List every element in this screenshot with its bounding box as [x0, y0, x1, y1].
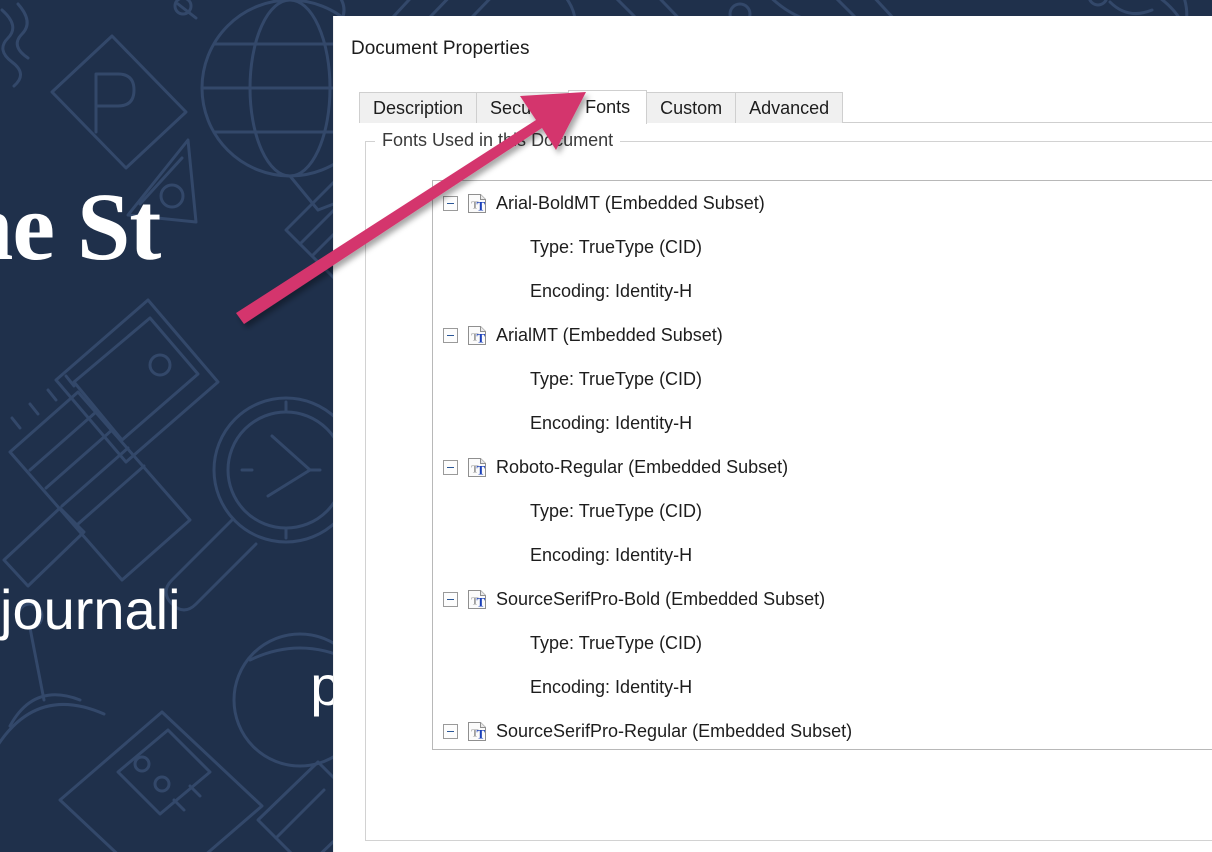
svg-text:T: T	[477, 330, 486, 345]
tab-security[interactable]: Security	[476, 92, 570, 123]
font-tree-item-0[interactable]: T T Arial-BoldMT (Embedded Subset)	[433, 181, 765, 225]
font-name-label: SourceSerifPro-Bold (Embedded Subset)	[496, 588, 826, 609]
font-file-icon: T T	[467, 721, 487, 742]
font-detail-label: Type: TrueType (CID)	[530, 500, 703, 521]
font-detail-type-3: Type: TrueType (CID)	[433, 621, 702, 665]
svg-text:T: T	[477, 462, 486, 477]
font-detail-encoding-1: Encoding: Identity-H	[433, 401, 692, 445]
collapse-minus-icon[interactable]	[443, 195, 458, 211]
font-name-label: Arial-BoldMT (Embedded Subset)	[496, 192, 765, 213]
font-name-label: ArialMT (Embedded Subset)	[496, 324, 723, 345]
tab-fonts[interactable]: Fonts	[568, 90, 648, 124]
font-file-icon: T T	[467, 589, 487, 610]
font-detail-type-1: Type: TrueType (CID)	[433, 357, 702, 401]
groupbox-legend: Fonts Used in this Document	[375, 130, 621, 151]
screenshot-root: he St w journali pr Document Properties …	[0, 0, 1212, 852]
svg-text:T: T	[477, 594, 486, 609]
tab-custom-label: Custom	[660, 97, 723, 118]
font-detail-encoding-2: Encoding: Identity-H	[433, 533, 692, 577]
dialog-tabstrip: Description Security Fonts Custom Advanc…	[359, 90, 844, 124]
font-tree-item-3[interactable]: T T SourceSerifPro-Bold (Embedded Subset…	[433, 577, 825, 621]
font-tree-item-1[interactable]: T T ArialMT (Embedded Subset)	[433, 313, 723, 357]
font-detail-type-2: Type: TrueType (CID)	[433, 489, 702, 533]
tab-custom[interactable]: Custom	[646, 92, 737, 123]
font-detail-label: Encoding: Identity-H	[530, 676, 693, 697]
poster-subtitle: w journali pr	[0, 572, 364, 723]
dialog-titlebar: Document Properties	[334, 16, 1212, 74]
collapse-minus-icon[interactable]	[443, 327, 458, 343]
poster-subtitle-line-1: w journali	[0, 578, 181, 641]
font-detail-label: Encoding: Identity-H	[530, 544, 693, 565]
document-properties-dialog: Document Properties Description Security…	[334, 16, 1212, 852]
font-file-icon: T T	[467, 457, 487, 478]
font-file-icon: T T	[467, 325, 487, 346]
svg-text:T: T	[477, 726, 486, 741]
fonts-listbox[interactable]: T T Arial-BoldMT (Embedded Subset) Type:…	[432, 180, 1212, 750]
tab-description-label: Description	[373, 97, 464, 118]
svg-text:T: T	[477, 198, 486, 213]
font-name-label: Roboto-Regular (Embedded Subset)	[496, 456, 789, 477]
font-detail-type-0: Type: TrueType (CID)	[433, 225, 702, 269]
font-detail-label: Encoding: Identity-H	[530, 280, 693, 301]
font-tree-item-2[interactable]: T T Roboto-Regular (Embedded Subset)	[433, 445, 788, 489]
font-detail-encoding-0: Encoding: Identity-H	[433, 269, 692, 313]
collapse-minus-icon[interactable]	[443, 591, 458, 607]
tab-description[interactable]: Description	[359, 92, 478, 123]
fonts-used-groupbox: T T Arial-BoldMT (Embedded Subset) Type:…	[365, 141, 1212, 841]
font-detail-encoding-3: Encoding: Identity-H	[433, 665, 692, 709]
tab-advanced[interactable]: Advanced	[735, 92, 844, 123]
tab-security-label: Security	[490, 97, 556, 118]
font-detail-label: Type: TrueType (CID)	[530, 368, 703, 389]
poster-headline: he St	[0, 178, 161, 276]
font-name-label: SourceSerifPro-Regular (Embedded Subset)	[496, 720, 853, 741]
dialog-title: Document Properties	[351, 38, 530, 59]
font-file-icon: T T	[467, 193, 487, 214]
collapse-minus-icon[interactable]	[443, 459, 458, 475]
collapse-minus-icon[interactable]	[443, 723, 458, 739]
poster-subtitle-line-2: pr	[0, 648, 364, 724]
font-tree-item-4[interactable]: T T SourceSerifPro-Regular (Embedded Sub…	[433, 709, 853, 749]
font-detail-label: Encoding: Identity-H	[530, 412, 693, 433]
fonts-list-inner: T T Arial-BoldMT (Embedded Subset) Type:…	[433, 181, 1212, 749]
tab-fonts-label: Fonts	[585, 97, 631, 117]
font-detail-label: Type: TrueType (CID)	[530, 632, 703, 653]
font-detail-label: Type: TrueType (CID)	[530, 236, 703, 257]
tab-advanced-label: Advanced	[749, 97, 830, 118]
